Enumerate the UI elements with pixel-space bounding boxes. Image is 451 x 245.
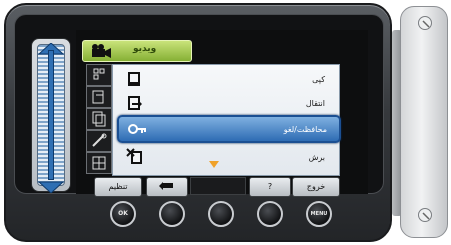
settings-label: تنظیم xyxy=(108,182,128,191)
ok-label: OK xyxy=(118,210,128,217)
menu-list-panel: کپی انتقال محافظت/لغو برش xyxy=(112,64,341,176)
return-arrow-icon xyxy=(159,182,173,190)
menu-item-trim[interactable]: برش xyxy=(117,145,337,169)
menu-item-label: کپی xyxy=(312,75,325,84)
category-edit-icon[interactable] xyxy=(86,86,112,108)
video-camera-icon xyxy=(90,43,112,59)
menu-item-move[interactable]: انتقال xyxy=(117,91,337,115)
screw-icon xyxy=(418,16,432,30)
screw-icon xyxy=(418,208,432,222)
back-button[interactable] xyxy=(146,177,188,197)
hw-button-2[interactable] xyxy=(159,201,185,227)
menu-item-label: انتقال xyxy=(305,99,325,108)
side-panel xyxy=(400,6,448,238)
slider-bar xyxy=(48,50,54,180)
category-tools-icon[interactable] xyxy=(86,130,112,152)
trim-icon xyxy=(125,147,145,167)
copy-icon xyxy=(125,69,145,89)
category-copy-icon[interactable] xyxy=(86,108,112,130)
menu-button[interactable]: MENU xyxy=(306,201,332,227)
menu-item-label: برش xyxy=(308,153,325,162)
help-label: ? xyxy=(267,182,273,191)
category-list-icon[interactable] xyxy=(86,152,112,174)
category-icon-column xyxy=(86,64,112,176)
protect-key-icon xyxy=(127,119,147,139)
hw-button-3[interactable] xyxy=(208,201,234,227)
exit-label: خروج xyxy=(306,182,326,191)
ok-button[interactable]: OK xyxy=(110,201,136,227)
hw-button-4[interactable] xyxy=(257,201,283,227)
tab-label: ویدیو xyxy=(133,44,157,54)
help-button[interactable]: ? xyxy=(249,177,291,197)
menu-item-label: محافظت/لغو xyxy=(283,125,327,134)
menu-item-copy[interactable]: کپی xyxy=(117,67,337,91)
menu-item-protect[interactable]: محافظت/لغو xyxy=(117,115,341,143)
category-grid-icon[interactable] xyxy=(86,64,112,86)
menu-label: MENU xyxy=(310,211,328,217)
scroll-down-arrow-icon[interactable] xyxy=(209,161,219,168)
bottom-bar-spacer xyxy=(190,177,246,195)
move-icon xyxy=(125,93,145,113)
exit-button[interactable]: خروج xyxy=(292,177,340,197)
settings-button[interactable]: تنظیم xyxy=(94,177,142,197)
